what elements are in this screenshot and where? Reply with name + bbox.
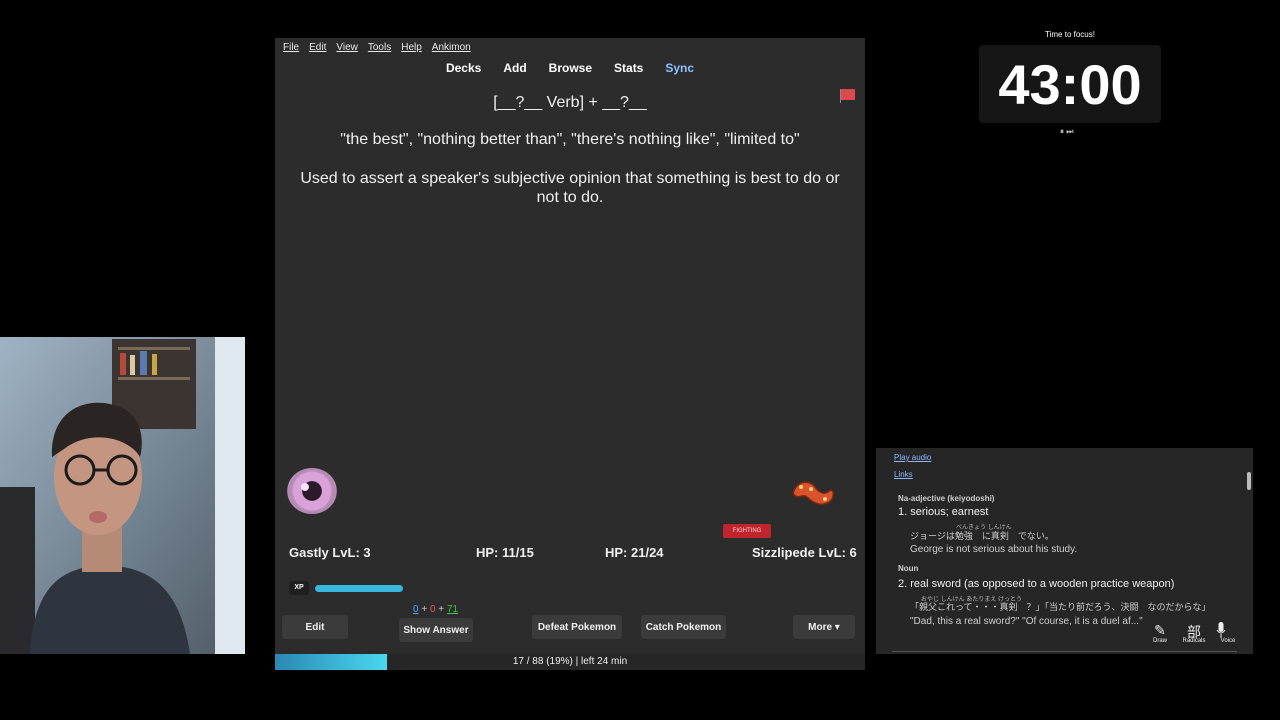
draw-label: Draw <box>1152 638 1167 644</box>
webcam-feed <box>0 337 245 654</box>
radicals-tool[interactable]: 部 Radicals <box>1182 622 1206 644</box>
gastly-sprite <box>287 468 337 514</box>
player-pokemon-level: Gastly LvL: 3 <box>289 545 371 560</box>
dictionary-scrollbar[interactable] <box>1247 472 1251 490</box>
part-of-speech: Na-adjective (keiyodoshi) <box>898 494 995 503</box>
definition: 2. real sword (as opposed to a wooden pr… <box>898 578 1175 590</box>
more-button[interactable]: More ▾ <box>793 615 855 639</box>
menu-bar: File Edit View Tools Help Ankimon <box>275 38 865 56</box>
edit-button[interactable]: Edit <box>282 615 348 639</box>
example-english: "Dad, this a real sword?" "Of course, it… <box>910 616 1143 627</box>
timer-value: 43:00 <box>998 53 1142 116</box>
show-answer-button[interactable]: Show Answer <box>399 618 473 642</box>
main-toolbar: Decks Add Browse Stats Sync <box>275 58 865 78</box>
menu-file[interactable]: File <box>283 42 299 53</box>
pencil-icon: ✎ <box>1154 622 1166 638</box>
progress-text: 17 / 88 (19%) | left 24 min <box>512 656 628 667</box>
toolbar-decks[interactable]: Decks <box>446 61 481 75</box>
voice-tool[interactable]: Voice <box>1216 622 1240 644</box>
type-badge: FIGHTING <box>723 524 771 538</box>
count-separator: + <box>418 604 430 615</box>
card-front-text: [__?__ Verb] + __?__ <box>493 94 647 111</box>
menu-edit[interactable]: Edit <box>309 42 326 53</box>
example-japanese: ジョージは勉強 に真剣 でない。 <box>910 531 1054 541</box>
play-audio-link[interactable]: Play audio <box>894 453 931 462</box>
toolbar-browse[interactable]: Browse <box>549 61 592 75</box>
toolbar-add[interactable]: Add <box>503 61 526 75</box>
dictionary-panel: Play audio Links Na-adjective (keiyodosh… <box>876 448 1253 654</box>
draw-tool[interactable]: ✎ Draw <box>1148 622 1172 644</box>
input-tools: ✎ Draw 部 Radicals Voice <box>1148 622 1240 644</box>
menu-tools[interactable]: Tools <box>368 42 391 53</box>
microphone-icon <box>1216 622 1226 638</box>
catch-pokemon-button[interactable]: Catch Pokemon <box>641 615 726 639</box>
xp-badge: XP <box>289 581 309 595</box>
card-description-text: Used to assert a speaker's subjective op… <box>300 170 840 206</box>
menu-view[interactable]: View <box>336 42 358 53</box>
player-pokemon-hp: HP: 11/15 <box>476 545 534 560</box>
toolbar-sync[interactable]: Sync <box>665 61 694 75</box>
defeat-pokemon-button[interactable]: Defeat Pokemon <box>532 615 622 639</box>
enemy-pokemon-level: Sizzlipede LvL: 6 <box>752 545 857 560</box>
review-count: 71 <box>446 604 459 615</box>
definition: 1. serious; earnest <box>898 506 989 518</box>
part-of-speech: Noun <box>898 564 919 573</box>
sizzlipede-sprite <box>792 481 834 506</box>
radicals-icon: 部 <box>1187 624 1201 640</box>
enemy-pokemon-hp: HP: 21/24 <box>605 545 664 560</box>
links-link[interactable]: Links <box>894 470 913 479</box>
timer-label: Time to focus! <box>1045 30 1095 39</box>
example-english: George is not serious about his study. <box>910 544 1078 555</box>
timer-controls-icon[interactable]: ⏸ ⏭ <box>1060 127 1073 137</box>
menu-help[interactable]: Help <box>401 42 422 53</box>
anki-window: File Edit View Tools Help Ankimon Decks … <box>275 38 865 670</box>
menu-ankimon[interactable]: Ankimon <box>432 42 471 53</box>
xp-bar <box>315 585 403 592</box>
voice-label: Voice <box>1220 638 1236 644</box>
due-counts: 0 + 0 + 71 <box>413 604 458 615</box>
example-japanese: 「親父これって・・・真剣 ？」「当たり前だろう、決闘 なのだからな」 <box>910 602 1211 612</box>
timer-box: 43:00 <box>979 45 1161 123</box>
radicals-label: Radicals <box>1182 638 1206 644</box>
count-separator: + <box>435 604 447 615</box>
toolbar-stats[interactable]: Stats <box>614 61 643 75</box>
card-meaning-text: "the best", "nothing better than", "ther… <box>340 131 800 148</box>
divider <box>892 651 1237 652</box>
